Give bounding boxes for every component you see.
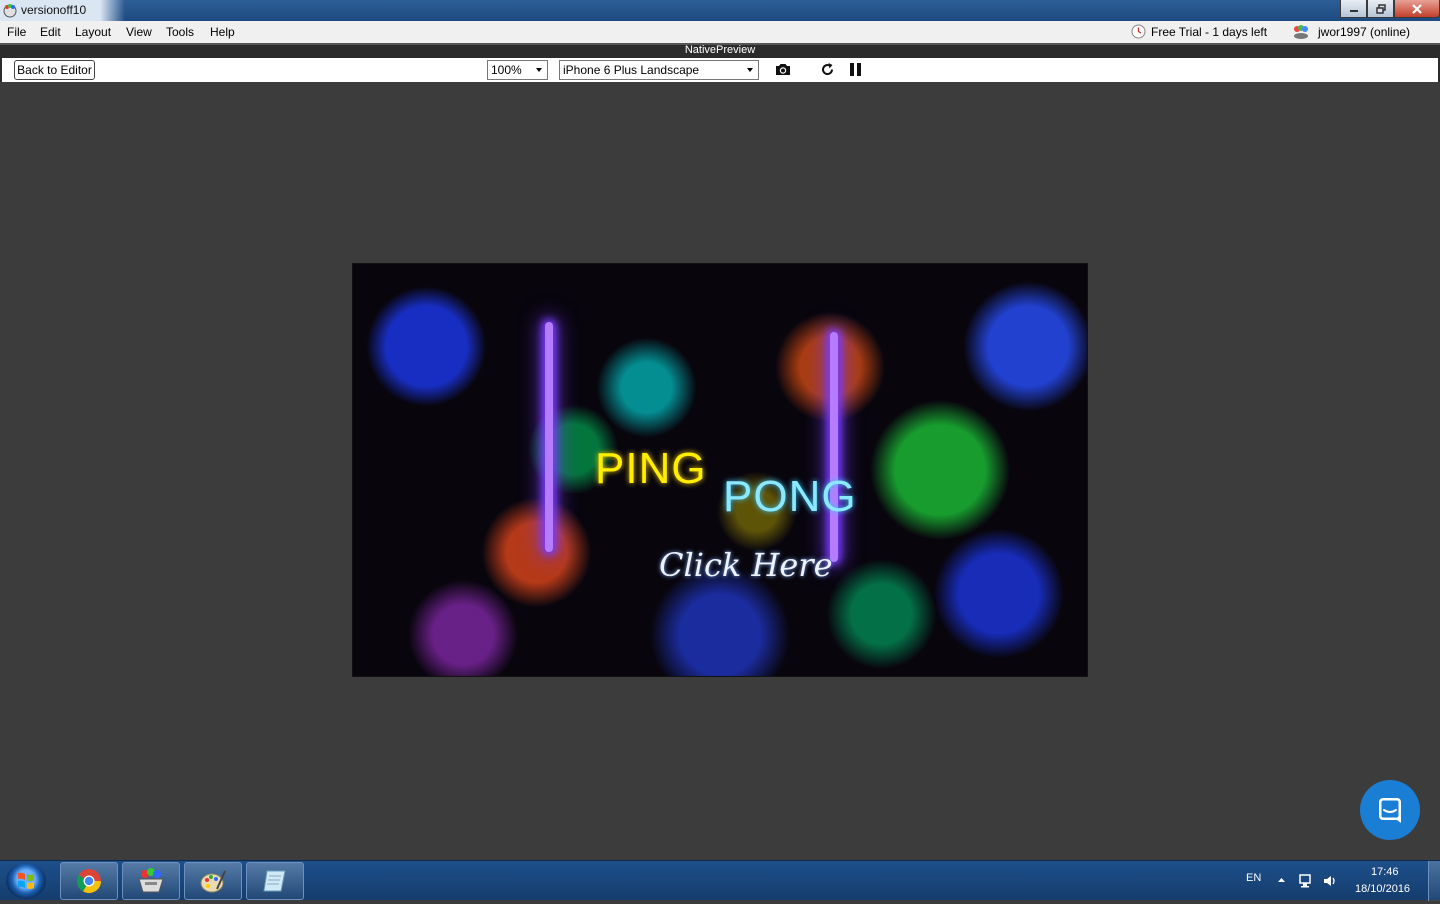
- free-trial-indicator[interactable]: Free Trial - 1 days left: [1131, 24, 1267, 39]
- restore-button[interactable]: [1367, 0, 1394, 18]
- taskbar-notes[interactable]: [246, 862, 304, 900]
- taskbar-chrome[interactable]: [60, 862, 118, 900]
- app-logo-icon: [3, 4, 17, 18]
- free-trial-text: Free Trial - 1 days left: [1151, 24, 1268, 39]
- paint-icon: [200, 870, 226, 893]
- chrome-icon: [76, 869, 101, 894]
- menu-tools[interactable]: Tools: [166, 25, 194, 39]
- taskbar-paint[interactable]: [184, 862, 242, 900]
- menu-bar: File Edit Layout View Tools Help Free Tr…: [0, 21, 1440, 43]
- zoom-value: 100%: [491, 63, 522, 77]
- show-desktop-button[interactable]: [1428, 861, 1440, 901]
- menu-edit[interactable]: Edit: [40, 25, 61, 39]
- close-icon: [1412, 3, 1422, 14]
- back-to-editor-button[interactable]: Back to Editor: [14, 60, 95, 80]
- preview-title: NativePreview: [684, 44, 756, 56]
- chat-button[interactable]: [1360, 780, 1420, 840]
- taskbar: EN 17:46 18/10/2016: [0, 860, 1440, 901]
- user-icon: [1294, 25, 1308, 39]
- menu-view[interactable]: View: [126, 25, 152, 39]
- clock-icon: [1131, 24, 1146, 39]
- close-button[interactable]: [1394, 0, 1440, 18]
- device-value: iPhone 6 Plus Landscape: [563, 63, 700, 77]
- language-indicator[interactable]: EN: [1246, 872, 1261, 884]
- click-here-button[interactable]: Click Here: [659, 546, 833, 584]
- app-icon: [138, 868, 164, 893]
- network-icon[interactable]: [1297, 873, 1313, 889]
- left-neon-bar: [545, 322, 553, 552]
- start-button[interactable]: [6, 863, 46, 899]
- menu-help[interactable]: Help: [210, 25, 235, 39]
- menu-layout[interactable]: Layout: [75, 25, 111, 39]
- chat-icon: [1379, 798, 1401, 823]
- minimize-icon: [1349, 9, 1358, 12]
- taskbar-app[interactable]: [122, 862, 180, 900]
- notes-icon: [263, 870, 286, 892]
- user-status-text: jwor1997 (online): [1318, 24, 1411, 39]
- windows-logo-icon: [18, 872, 34, 889]
- clock-date[interactable]: 18/10/2016: [1355, 883, 1410, 895]
- minimize-button[interactable]: [1340, 0, 1367, 18]
- restore-icon: [1375, 3, 1386, 14]
- window-controls: [1340, 0, 1440, 18]
- title-bar: versionoff10: [0, 0, 1440, 21]
- user-status[interactable]: jwor1997 (online): [1292, 24, 1410, 39]
- window-title: versionoff10: [21, 3, 87, 17]
- menu-file[interactable]: File: [7, 25, 26, 39]
- device-screen: PING PONG Click Here: [352, 263, 1088, 677]
- right-neon-bar: [830, 332, 838, 562]
- refresh-icon[interactable]: [820, 62, 835, 77]
- pause-icon[interactable]: [848, 62, 863, 77]
- pong-title: PONG: [723, 472, 857, 521]
- volume-icon[interactable]: [1322, 873, 1338, 889]
- chevron-down-icon: [747, 68, 753, 72]
- ping-title: PING: [595, 444, 707, 493]
- clock-time[interactable]: 17:46: [1371, 866, 1399, 878]
- preview-toolbar: Back to Editor 100% iPhone 6 Plus Landsc…: [0, 58, 1440, 82]
- chevron-down-icon: [536, 68, 542, 72]
- show-hidden-icons-icon[interactable]: [1277, 876, 1286, 884]
- camera-icon[interactable]: [774, 62, 792, 77]
- device-select[interactable]: iPhone 6 Plus Landscape: [559, 60, 759, 80]
- zoom-select[interactable]: 100%: [487, 60, 548, 80]
